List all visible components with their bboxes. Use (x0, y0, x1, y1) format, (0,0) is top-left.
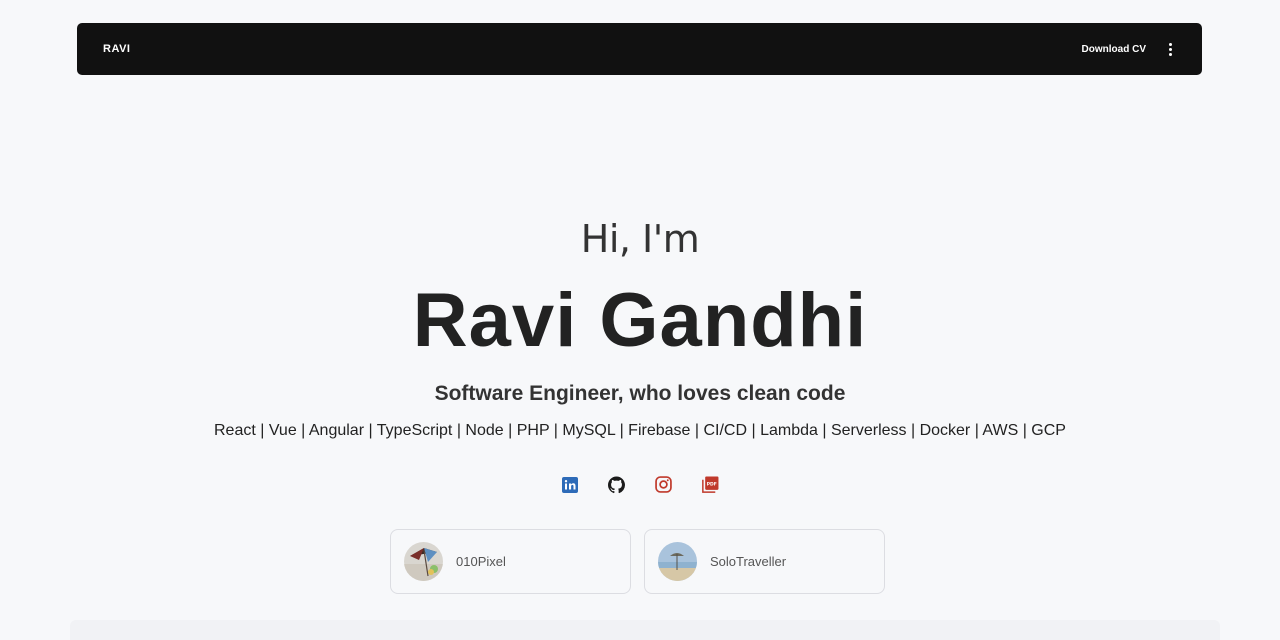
profile-card-label: 010Pixel (456, 554, 506, 569)
linkedin-icon[interactable] (561, 476, 578, 493)
download-cv-button[interactable]: Download CV (1082, 44, 1146, 55)
hero-greeting: Hi, I'm (580, 217, 700, 261)
umbrella-photo-avatar (404, 542, 443, 581)
profile-card-solotraveller[interactable]: SoloTraveller (644, 529, 885, 594)
social-links: PDF (0, 476, 1280, 493)
svg-text:PDF: PDF (707, 482, 717, 488)
profile-cards: 010Pixel SoloTraveller (390, 529, 885, 594)
profile-card-010pixel[interactable]: 010Pixel (390, 529, 631, 594)
pdf-icon[interactable]: PDF (702, 476, 719, 493)
hero-tagline: Software Engineer, who loves clean code (434, 382, 846, 405)
profile-card-label: SoloTraveller (710, 554, 787, 569)
instagram-icon[interactable] (655, 476, 672, 493)
skills-list: React | Vue | Angular | TypeScript | Nod… (214, 422, 1066, 439)
next-section-edge (70, 620, 1220, 640)
hero-name: Ravi Gandhi (412, 278, 868, 363)
brand-logo[interactable]: RAVI (103, 43, 130, 55)
more-vert-icon[interactable] (1164, 40, 1176, 58)
top-navbar: RAVI Download CV (77, 23, 1202, 75)
navbar-actions: Download CV (1082, 40, 1176, 58)
beach-photo-avatar (658, 542, 697, 581)
github-icon[interactable] (608, 476, 625, 493)
